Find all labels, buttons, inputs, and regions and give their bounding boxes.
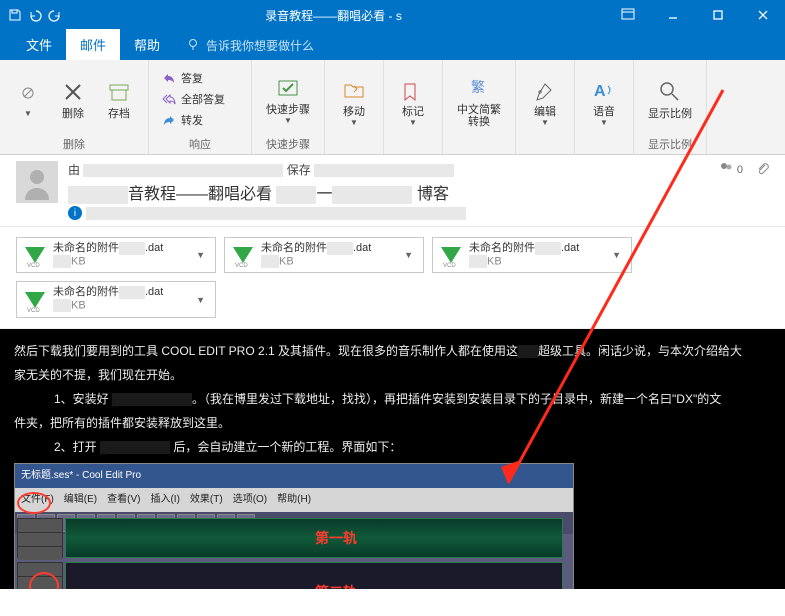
message-subject: x音教程——翻唱必看 x一x 博客 [68,180,769,204]
forward-icon [161,112,177,128]
attachment-item[interactable]: VCD 未命名的附件x.datxKB ▼ [224,237,424,273]
attachment-icon [755,161,769,178]
saved-label: 保存 [287,163,311,177]
quick-steps-button[interactable]: 快速步骤 ▼ [260,70,316,129]
junk-button[interactable]: ▼ [8,77,48,122]
saved-redacted: x [314,164,454,177]
forward-button[interactable]: 转发 [157,110,229,130]
chevron-down-icon[interactable]: ▼ [402,248,415,262]
quick-steps-label: 快速步骤 [266,104,310,116]
chevron-down-icon: ▼ [284,116,292,125]
reply-icon [161,70,177,86]
body-text: 2、打开 x 后，会自动建立一个新的工程。界面如下： [54,437,771,457]
video-file-icon: VCD [25,243,45,267]
window-titlebar: 录音教程——翻唱必看 - s [0,0,785,30]
people-icon [719,161,733,178]
group-move-label [333,138,375,152]
menubar: 文件 邮件 帮助 告诉我你想要做什么 [0,30,785,60]
from-address-redacted: x [83,164,283,177]
attachment-item[interactable]: VCD 未命名的附件x.datxKB ▼ [432,237,632,273]
save-icon[interactable] [8,8,22,22]
undo-icon[interactable] [28,8,42,22]
annotation-circle [17,492,51,514]
track-2-label: 第二轨 [315,582,357,589]
cooledit-menu: 文件(F)编辑(E)查看(V)插入(I)效果(T)选项(O)帮助(H) [15,488,573,512]
svg-text:A: A [594,83,606,100]
ribbon-toggle-icon[interactable] [605,0,650,30]
svg-text:繁: 繁 [471,79,485,95]
tab-file[interactable]: 文件 [12,29,66,60]
tell-me-label: 告诉我你想要做什么 [206,37,314,54]
people-count: 0 [737,164,743,176]
delete-label: 删除 [62,108,84,120]
maximize-icon[interactable] [695,0,740,30]
body-text: 家无关的不提，我们现在开始。 [14,365,771,385]
video-file-icon: VCD [25,288,45,312]
archive-label: 存档 [108,108,130,120]
tab-mail[interactable]: 邮件 [66,29,120,60]
edit-label: 编辑 [534,106,556,118]
reply-all-icon [161,91,177,107]
ribbon: ▼ 删除 存档 删除 答复 全部答复 转发 响应 [0,60,785,155]
chevron-down-icon: ▼ [350,118,358,127]
chevron-down-icon: ▼ [600,118,608,127]
attachment-item[interactable]: VCD 未命名的附件x.datxKB ▼ [16,237,216,273]
delete-button[interactable]: 删除 [52,74,94,124]
group-delete-label: 删除 [8,134,140,152]
cooledit-title: 无标题.ses* - Cool Edit Pro [15,464,573,488]
cooledit-track [65,562,563,589]
track-1-label: 第一轨 [315,528,357,548]
body-text: 件夹，把所有的插件都安装释放到这里。 [14,413,771,433]
move-button[interactable]: 移动 ▼ [333,72,375,131]
message-to: i x [68,206,769,220]
attachment-item[interactable]: VCD 未命名的附件x.datxKB ▼ [16,281,216,317]
voice-label: 语音 [593,106,615,118]
body-text: 1、安装好 x。（我在博里发过下载地址，找找），再把插件安装到安装目录下的子目录… [54,389,771,409]
tell-me-search[interactable]: 告诉我你想要做什么 [174,31,326,60]
zoom-button[interactable]: 显示比例 [642,74,698,124]
reply-button[interactable]: 答复 [157,68,229,88]
chevron-down-icon: ▼ [24,109,32,118]
chevron-down-icon[interactable]: ▼ [610,248,623,262]
voice-button[interactable]: A 语音 ▼ [583,72,625,131]
redo-icon[interactable] [48,8,62,22]
minimize-icon[interactable] [650,0,695,30]
move-label: 移动 [343,106,365,118]
chevron-down-icon[interactable]: ▼ [194,248,207,262]
reply-all-button[interactable]: 全部答复 [157,89,229,109]
from-label: 由 [68,163,80,177]
lightbulb-icon [186,37,200,54]
edit-button[interactable]: 编辑 ▼ [524,72,566,131]
zoom-label: 显示比例 [648,108,692,120]
video-file-icon: VCD [441,243,461,267]
group-respond-label: 响应 [157,134,243,152]
tag-label: 标记 [402,106,424,118]
info-icon[interactable]: i [68,206,82,220]
video-file-icon: VCD [233,243,253,267]
message-body: 然后下载我们要用到的工具 COOL EDIT PRO 2.1 及其插件。现在很多… [0,329,785,589]
chevron-down-icon: ▼ [541,118,549,127]
attachments-panel: VCD 未命名的附件x.datxKB ▼ VCD 未命名的附件x.datxKB … [0,227,785,329]
chevron-down-icon: ▼ [409,118,417,127]
embedded-screenshot: 无标题.ses* - Cool Edit Pro 文件(F)编辑(E)查看(V)… [14,463,574,589]
convert-label: 中文简繁 转换 [457,104,501,128]
group-zoom-label: 显示比例 [642,134,698,152]
message-header: 由 x 保存 x 0 x音教程——翻唱必看 x一x 博客 i x [0,155,785,227]
group-quicksteps-label: 快速步骤 [260,134,316,152]
window-title: 录音教程——翻唱必看 - s [62,7,605,24]
tag-button[interactable]: 标记 ▼ [392,72,434,131]
archive-button[interactable]: 存档 [98,74,140,124]
tab-help[interactable]: 帮助 [120,29,174,60]
cooledit-track-controls [17,518,63,558]
body-text: 然后下载我们要用到的工具 COOL EDIT PRO 2.1 及其插件。现在很多… [14,341,771,361]
cooledit-track [65,518,563,558]
avatar [16,161,58,203]
close-icon[interactable] [740,0,785,30]
chevron-down-icon[interactable]: ▼ [194,293,207,307]
convert-button[interactable]: 繁 中文简繁 转换 [451,70,507,132]
